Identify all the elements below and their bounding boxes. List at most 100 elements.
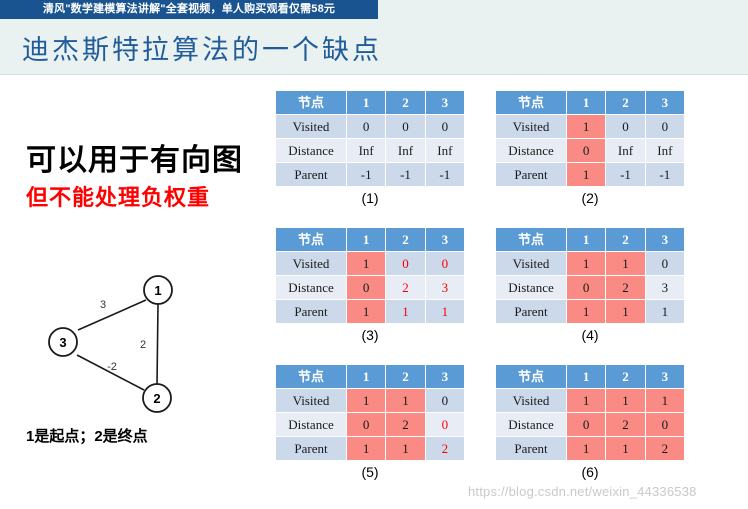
- edge-weight-3-1: 3: [100, 299, 106, 311]
- cell-visited-node1: 1: [347, 389, 386, 412]
- cell-distance-node1: Inf: [347, 139, 386, 162]
- table-header-node: 节点: [276, 365, 346, 388]
- table-header-col-1: 1: [347, 91, 386, 114]
- table-header-row: 节点 1 2 3: [496, 91, 684, 114]
- table-header-col-3: 3: [645, 228, 684, 251]
- cell-distance-node1: 0: [567, 276, 606, 299]
- cell-distance-node2: 2: [606, 413, 645, 436]
- table-header-col-2: 2: [386, 91, 425, 114]
- state-table: 节点 1 2 3 Visited 1 1 0 Distance 0 2 3 Parent 1 1 1: [495, 227, 685, 324]
- watermark-url: https://blog.csdn.net/weixin_44336538: [468, 484, 697, 499]
- table-row: Distance 0 2 3: [496, 276, 684, 299]
- cell-visited-node3: 0: [425, 115, 464, 138]
- cell-visited-node1: 1: [567, 115, 606, 138]
- state-table: 节点 1 2 3 Visited 1 0 0 Distance 0 Inf Inf Parent 1 -1-…: [495, 90, 685, 187]
- table-header-col-3: 3: [425, 365, 464, 388]
- cell-visited-node3: 0: [645, 115, 684, 138]
- row-label-parent: Parent: [496, 437, 566, 460]
- table-row: Parent 1 1 1: [276, 300, 464, 323]
- cell-visited-node3: 0: [425, 252, 464, 275]
- table-row: Visited 1 1 0: [496, 252, 684, 275]
- table-header-node: 节点: [276, 91, 346, 114]
- cell-visited-node3: 0: [645, 252, 684, 275]
- table-header-col-3: 3: [425, 91, 464, 114]
- cell-distance-node2: Inf: [386, 139, 425, 162]
- table-row: Parent 1 1 1: [496, 300, 684, 323]
- table-caption: (5): [361, 464, 379, 480]
- table-header-row: 节点 1 2 3: [496, 365, 684, 388]
- cell-distance-node3: 0: [425, 413, 464, 436]
- cell-parent-node2: 1: [606, 437, 645, 460]
- table-header-col-2: 2: [386, 228, 425, 251]
- cell-distance-node2: 2: [386, 276, 425, 299]
- cell-distance-node3: 0: [645, 413, 684, 436]
- table-row: Visited 0 0 0: [276, 115, 464, 138]
- slide-header: 清风"数学建模算法讲解"全套视频，单人购买观看仅需58元 迪杰斯特拉算法的一个缺…: [0, 0, 748, 75]
- cell-visited-node2: 1: [606, 252, 645, 275]
- cell-visited-node3: 0: [425, 389, 464, 412]
- state-table-6: 节点 1 2 3 Visited 1 1 1 Distance 0 2 0 Parent 1 1 2 (6): [495, 364, 685, 480]
- table-header-row: 节点 1 2 3: [276, 91, 464, 114]
- table-header-node: 节点: [496, 91, 566, 114]
- table-row: Parent 1 -1 -1: [496, 163, 684, 186]
- table-header-node: 节点: [496, 228, 566, 251]
- table-header-col-1: 1: [567, 365, 606, 388]
- table-row: Distance 0 Inf Inf: [496, 139, 684, 162]
- cell-visited-node3: 1: [645, 389, 684, 412]
- row-label-parent: Parent: [496, 300, 566, 323]
- table-header-row: 节点 1 2 3: [496, 228, 684, 251]
- cell-parent-node3: 1: [645, 300, 684, 323]
- cell-distance-node1: 0: [347, 276, 386, 299]
- cell-parent-node2: -1: [606, 163, 645, 186]
- cell-distance-node2: Inf: [606, 139, 645, 162]
- cell-visited-node2: 1: [606, 389, 645, 412]
- graph-node-1-label: 1: [154, 283, 161, 298]
- cell-visited-node2: 1: [386, 389, 425, 412]
- table-header-col-1: 1: [567, 91, 606, 114]
- table-header-row: 节点 1 2 3: [276, 228, 464, 251]
- row-label-distance: Distance: [276, 413, 346, 436]
- cell-parent-node1: -1: [347, 163, 386, 186]
- row-label-parent: Parent: [276, 163, 346, 186]
- edge-3-1: [77, 299, 147, 331]
- page-title: 迪杰斯特拉算法的一个缺点: [22, 35, 382, 66]
- cell-parent-node1: 1: [347, 437, 386, 460]
- cell-distance-node1: 0: [567, 139, 606, 162]
- table-row: Parent -1 -1 -1: [276, 163, 464, 186]
- table-header-col-3: 3: [425, 228, 464, 251]
- cell-parent-node3: -1: [645, 163, 684, 186]
- table-header-col-2: 2: [606, 365, 645, 388]
- cell-parent-node2: 1: [386, 437, 425, 460]
- edge-weight-3-2: -2: [107, 361, 117, 373]
- table-row: Visited 1 0 0: [496, 115, 684, 138]
- cell-distance-node3: Inf: [645, 139, 684, 162]
- state-table: 节点 1 2 3 Visited 1 1 1 Distance 0 2 0 Parent 1 1 2: [495, 364, 685, 461]
- cell-parent-node2: 1: [386, 300, 425, 323]
- table-header-col-3: 3: [645, 91, 684, 114]
- graph-caption: 1是起点；2是终点: [26, 428, 148, 445]
- table-row: Distance 0 2 0: [276, 413, 464, 436]
- table-header-col-1: 1: [567, 228, 606, 251]
- left-content-column: 可以用于有向图 但不能处理负权重 1 3 2 3 2 -2 1是起点；2是终点: [0, 80, 265, 509]
- edge-weight-1-2: 2: [140, 339, 146, 351]
- state-table-1: 节点 1 2 3 Visited 0 0 0 Distance Inf Inf Inf Parent -1…: [275, 90, 465, 206]
- headline-negative-weight-warning: 但不能处理负权重: [26, 185, 211, 210]
- state-table-3: 节点 1 2 3 Visited 1 0 0 Distance 0 2 3 Parent 1 1 1 (3): [275, 227, 465, 343]
- dijkstra-state-tables: 节点 1 2 3 Visited 0 0 0 Distance Inf Inf Inf Parent -1…: [275, 90, 735, 490]
- row-label-distance: Distance: [496, 276, 566, 299]
- cell-parent-node2: -1: [386, 163, 425, 186]
- cell-visited-node1: 1: [567, 389, 606, 412]
- table-header-node: 节点: [496, 365, 566, 388]
- table-header-col-3: 3: [645, 365, 684, 388]
- cell-parent-node3: 2: [425, 437, 464, 460]
- table-row: Parent 1 1 2: [496, 437, 684, 460]
- row-label-visited: Visited: [276, 389, 346, 412]
- graph-node-2-label: 2: [153, 391, 160, 406]
- table-row: Distance 0 2 3: [276, 276, 464, 299]
- table-header-row: 节点 1 2 3: [276, 365, 464, 388]
- cell-visited-node2: 0: [606, 115, 645, 138]
- headline-directed-graph: 可以用于有向图: [26, 144, 243, 177]
- cell-visited-node1: 1: [567, 252, 606, 275]
- cell-visited-node2: 0: [386, 115, 425, 138]
- graph-svg: 1 3 2 3 2 -2: [48, 275, 173, 413]
